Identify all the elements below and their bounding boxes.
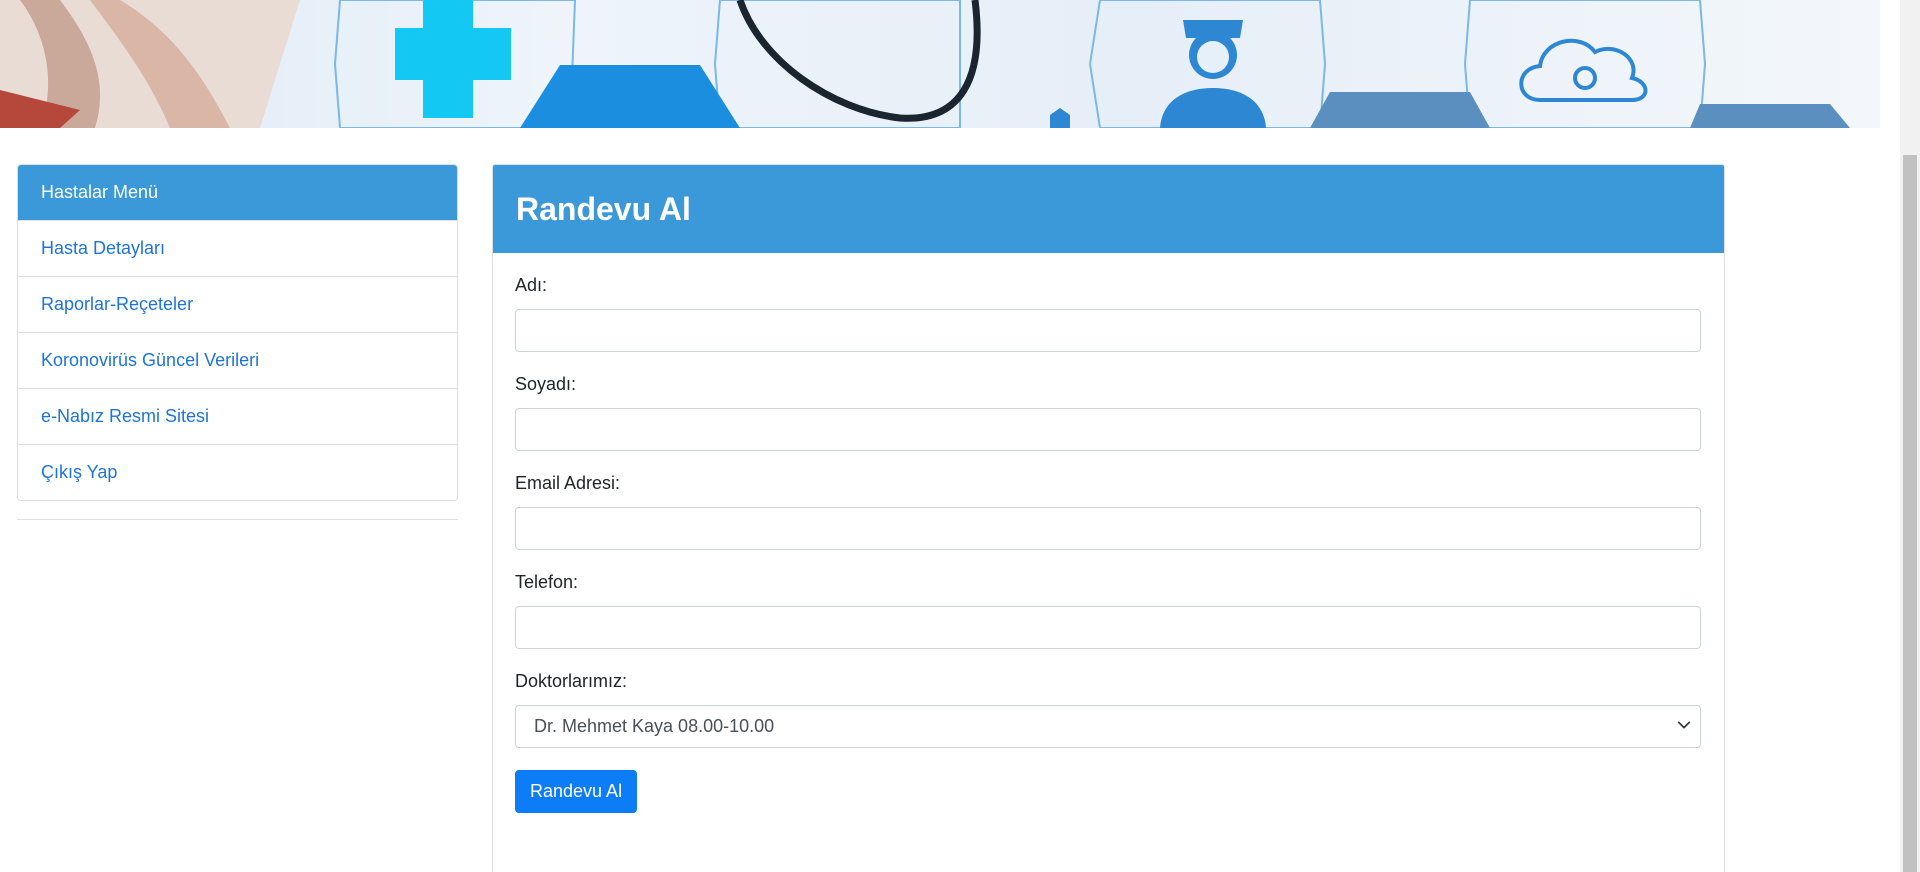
banner-illustration [0, 0, 1850, 128]
page-title: Randevu Al [516, 190, 691, 227]
email-input[interactable] [515, 507, 1701, 550]
sidebar-item-hastalar-menu[interactable]: Hastalar Menü [18, 165, 457, 220]
chevron-down-icon [1677, 721, 1691, 729]
appointment-card: Randevu Al Adı: Soyadı: Email Adresi: Te… [492, 164, 1725, 872]
sidebar-item-cikis-yap[interactable]: Çıkış Yap [18, 444, 457, 500]
sidebar-item-enabiz-sitesi[interactable]: e-Nabız Resmi Sitesi [18, 388, 457, 444]
sidebar-item-koronovirus-verileri[interactable]: Koronovirüs Güncel Verileri [18, 332, 457, 388]
vertical-scrollbar[interactable] [1900, 0, 1920, 872]
header-banner [0, 0, 1880, 128]
stethoscope-icon [736, 0, 981, 122]
page: Hastalar Menü Hasta Detayları Raporlar-R… [0, 0, 1900, 872]
sidebar-menu: Hastalar Menü Hasta Detayları Raporlar-R… [17, 164, 458, 501]
sidebar-divider [17, 519, 458, 520]
phone-input[interactable] [515, 606, 1701, 649]
nurse-icon [1160, 20, 1266, 128]
sidebar: Hastalar Menü Hasta Detayları Raporlar-R… [17, 164, 458, 520]
first-name-label: Adı: [515, 275, 548, 295]
submit-appointment-button[interactable]: Randevu Al [515, 770, 638, 813]
last-name-group: Soyadı: [515, 374, 1702, 451]
appointment-form: Adı: Soyadı: Email Adresi: Telefon: Dokt… [493, 253, 1724, 813]
sidebar-item-raporlar-receteler[interactable]: Raporlar-Reçeteler [18, 276, 457, 332]
doctor-select[interactable]: Dr. Mehmet Kaya 08.00-10.00 [515, 705, 1701, 748]
doctor-group: Doktorlarımız: Dr. Mehmet Kaya 08.00-10.… [515, 671, 1702, 748]
card-header: Randevu Al [493, 165, 1724, 253]
phone-label: Telefon: [515, 572, 579, 592]
sidebar-item-hasta-detaylari[interactable]: Hasta Detayları [18, 220, 457, 276]
phone-group: Telefon: [515, 572, 1702, 649]
email-label: Email Adresi: [515, 473, 621, 493]
doctor-select-value: Dr. Mehmet Kaya 08.00-10.00 [515, 705, 1701, 748]
doctor-label: Doktorlarımız: [515, 671, 628, 691]
email-group: Email Adresi: [515, 473, 1702, 550]
last-name-input[interactable] [515, 408, 1701, 451]
last-name-label: Soyadı: [515, 374, 577, 394]
scrollbar-thumb[interactable] [1903, 155, 1917, 872]
medical-cross-icon [395, 0, 511, 118]
first-name-input[interactable] [515, 309, 1701, 352]
first-name-group: Adı: [515, 275, 1702, 352]
cloud-gear-icon [1519, 38, 1648, 102]
